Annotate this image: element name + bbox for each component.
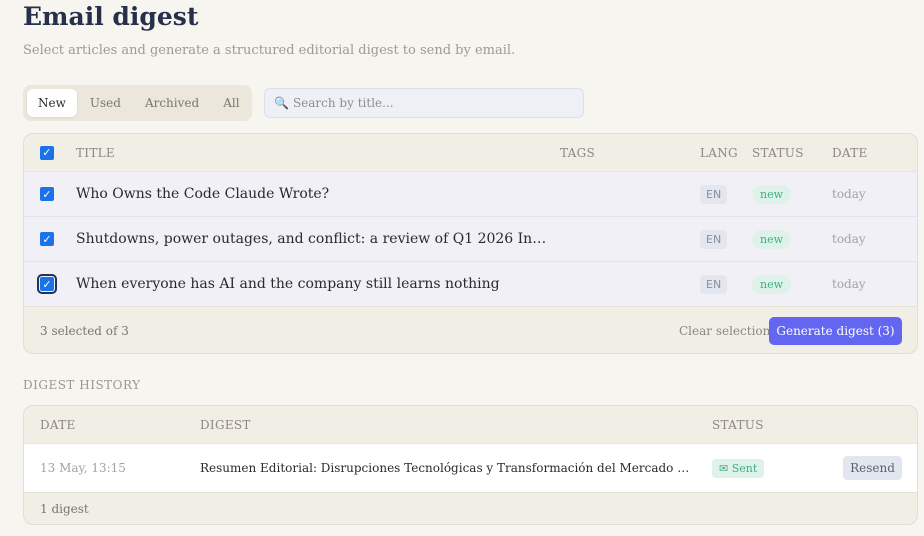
digest-history-heading: DIGEST HISTORY: [23, 378, 141, 392]
article-date: today: [832, 277, 866, 291]
resend-button[interactable]: Resend: [843, 456, 902, 480]
column-lang: LANG: [700, 145, 738, 160]
search-input[interactable]: [292, 96, 573, 110]
column-status: STATUS: [712, 417, 764, 432]
article-date: today: [832, 187, 866, 201]
row-checkbox[interactable]: ✓: [40, 187, 54, 201]
history-footer: 1 digest: [24, 492, 917, 524]
generate-digest-button[interactable]: Generate digest (3): [769, 317, 902, 345]
tab-new[interactable]: New: [27, 89, 77, 117]
column-date: DATE: [40, 417, 76, 432]
articles-table: ✓ TITLE TAGS LANG STATUS DATE ✓ Who Owns…: [23, 133, 918, 354]
table-row[interactable]: ✓ Who Owns the Code Claude Wrote? EN new…: [24, 171, 917, 216]
article-title: When everyone has AI and the company sti…: [76, 276, 500, 292]
digest-date: 13 May, 13:15: [40, 461, 126, 475]
row-checkbox[interactable]: ✓: [37, 274, 57, 294]
history-header-row: DATE DIGEST STATUS: [24, 406, 917, 443]
page-title: Email digest: [23, 2, 199, 31]
column-title: TITLE: [76, 145, 115, 160]
tab-archived[interactable]: Archived: [134, 89, 210, 117]
table-row: 13 May, 13:15 Resumen Editorial: Disrupc…: [24, 443, 917, 492]
sent-status-badge: ✉ Sent: [712, 458, 765, 478]
article-title: Shutdowns, power outages, and conflict: …: [76, 231, 548, 247]
column-digest: DIGEST: [200, 417, 251, 432]
filter-tabs: New Used Archived All: [23, 85, 252, 121]
row-checkbox[interactable]: ✓: [40, 232, 54, 246]
lang-badge: EN: [700, 274, 728, 294]
article-date: today: [832, 232, 866, 246]
tab-used[interactable]: Used: [79, 89, 132, 117]
selection-count: 3 selected of 3: [40, 323, 129, 338]
column-date: DATE: [832, 145, 868, 160]
tab-all[interactable]: All: [212, 89, 250, 117]
status-badge: new: [752, 184, 792, 204]
page-subtitle: Select articles and generate a structure…: [23, 43, 516, 58]
articles-header-row: ✓ TITLE TAGS LANG STATUS DATE: [24, 134, 917, 171]
lang-badge: EN: [700, 184, 728, 204]
table-row[interactable]: ✓ When everyone has AI and the company s…: [24, 261, 917, 306]
digest-history-table: DATE DIGEST STATUS 13 May, 13:15 Resumen…: [23, 405, 918, 525]
column-tags: TAGS: [560, 145, 596, 160]
article-title: Who Owns the Code Claude Wrote?: [76, 186, 330, 202]
clear-selection-button[interactable]: Clear selection: [679, 324, 770, 338]
status-badge: new: [752, 274, 792, 294]
search-box[interactable]: 🔍: [264, 88, 584, 118]
select-all-checkbox[interactable]: ✓: [40, 145, 54, 160]
lang-badge: EN: [700, 229, 728, 249]
digest-count: 1 digest: [40, 502, 89, 516]
table-row[interactable]: ✓ Shutdowns, power outages, and conflict…: [24, 216, 917, 261]
status-badge: new: [752, 229, 792, 249]
column-status: STATUS: [752, 145, 804, 160]
digest-title: Resumen Editorial: Disrupciones Tecnológ…: [200, 461, 698, 475]
articles-footer: 3 selected of 3 Clear selection Generate…: [24, 306, 917, 353]
magnifier-icon: 🔍: [274, 96, 289, 110]
